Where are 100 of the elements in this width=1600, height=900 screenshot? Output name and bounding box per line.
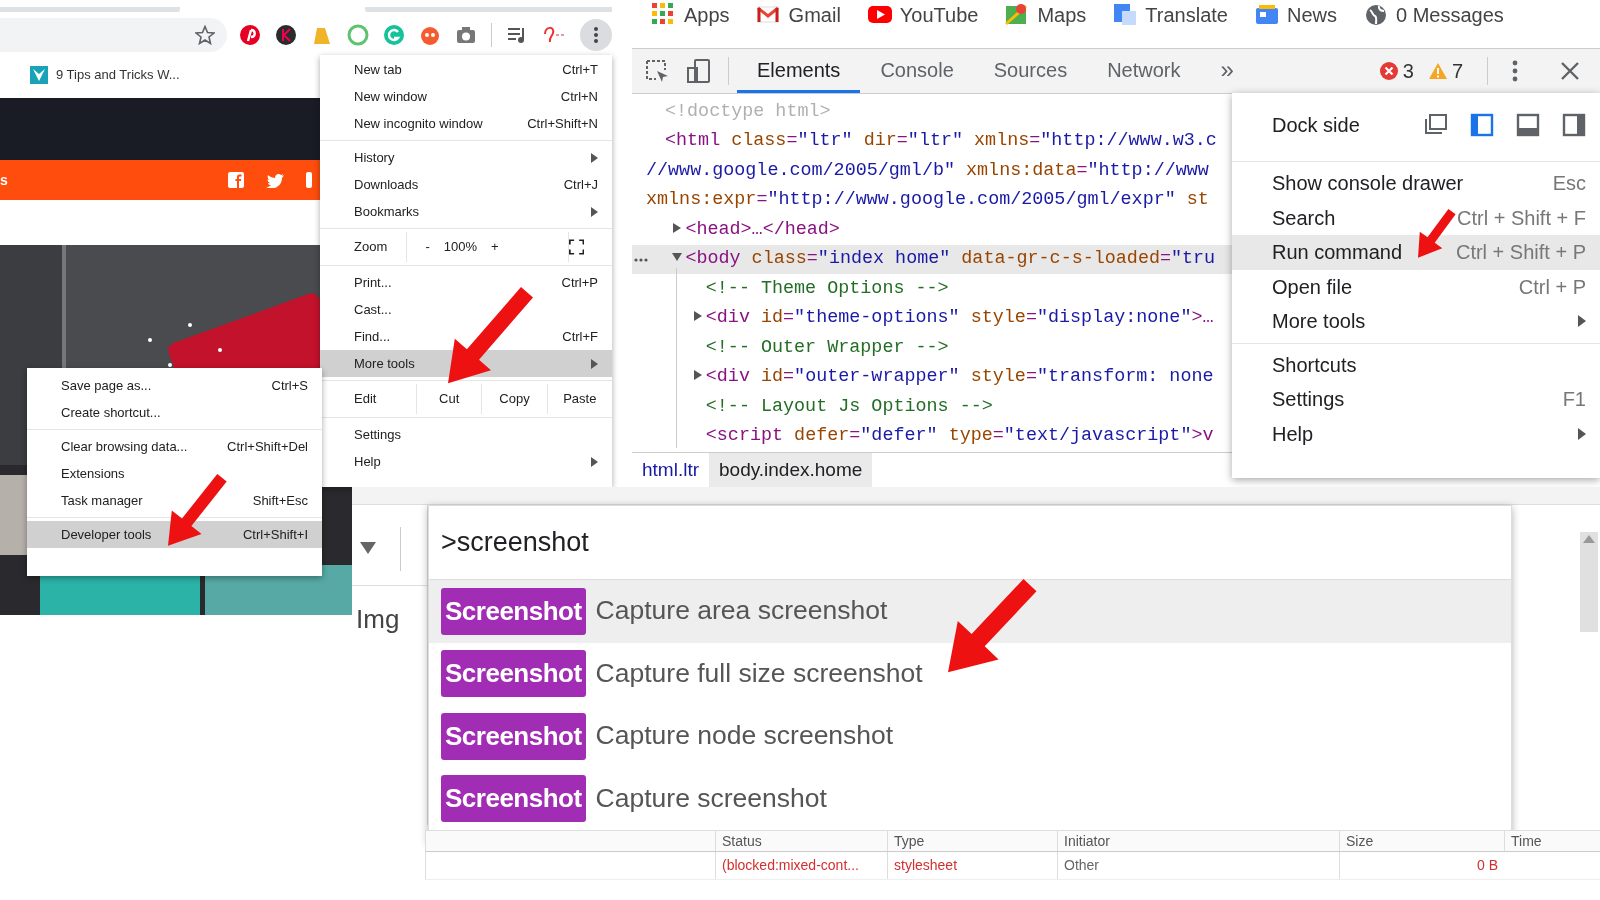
expand-icon[interactable] xyxy=(692,311,703,322)
edit-action-button[interactable]: Copy xyxy=(481,384,547,414)
result-label: Capture node screenshot xyxy=(595,719,894,753)
menu-item[interactable]: Open file Ctrl + P xyxy=(1232,269,1600,304)
menu-item[interactable]: Search Ctrl + Shift + F xyxy=(1232,200,1600,235)
bookmark-link[interactable]: Gmail xyxy=(756,0,841,30)
tab[interactable]: Network xyxy=(1087,49,1201,93)
menu-item[interactable]: Settings F1 xyxy=(1232,382,1600,417)
menu-item[interactable]: Task manager Shift+Esc xyxy=(27,487,322,514)
code-line[interactable]: xmlns:expr="http://www.google.com/2005/gml/expr" st xyxy=(632,186,1209,215)
command-input[interactable]: >screenshot xyxy=(429,506,1511,580)
collapse-icon[interactable] xyxy=(672,252,683,263)
menu-item[interactable]: New incognito window Ctrl+Shift+N xyxy=(320,110,612,137)
inspect-icon[interactable] xyxy=(644,58,670,84)
command-result[interactable]: Screenshot Capture screenshot xyxy=(429,767,1511,830)
column-header[interactable]: Initiator xyxy=(1057,831,1339,851)
code-line[interactable]: <head>…</head> xyxy=(632,215,840,244)
menu-item[interactable]: Shortcuts xyxy=(1232,347,1600,382)
error-icon xyxy=(1379,62,1398,80)
shortcut-text: Esc xyxy=(1552,171,1586,197)
code-line[interactable]: <!-- Theme Options --> xyxy=(632,274,949,303)
bookmark-link[interactable]: YouTube xyxy=(867,0,979,30)
menu-item[interactable]: More tools xyxy=(1232,304,1600,339)
code-line[interactable]: <!-- Layout Js Options --> xyxy=(632,392,993,421)
command-result[interactable]: Screenshot Capture full size screenshot xyxy=(429,642,1511,705)
scrollbar[interactable] xyxy=(1580,532,1598,632)
code-line[interactable]: <div id="theme-options" style="display:none">… xyxy=(632,304,1214,333)
menu-item[interactable]: Bookmarks xyxy=(320,198,612,225)
close-icon[interactable] xyxy=(1560,61,1580,81)
edit-action-button[interactable]: Cut xyxy=(416,384,482,414)
pointer-arrow xyxy=(1418,209,1456,259)
extension-icon[interactable] xyxy=(275,24,297,46)
menu-item[interactable]: Run command Ctrl + Shift + P xyxy=(1232,235,1600,270)
tab[interactable]: Console xyxy=(860,49,974,93)
social-icon[interactable] xyxy=(228,172,244,188)
code-line[interactable]: <!-- Outer Wrapper --> xyxy=(632,333,949,362)
zoom-in-button[interactable]: + xyxy=(481,237,509,257)
result-label: Capture area screenshot xyxy=(595,594,888,628)
menu-button[interactable] xyxy=(580,19,612,51)
menu-item[interactable]: Developer tools Ctrl+Shift+I xyxy=(27,521,322,548)
tab[interactable]: Elements xyxy=(737,49,861,93)
tab[interactable]: Sources xyxy=(973,49,1088,93)
shortcut-text: Ctrl+N xyxy=(560,87,598,106)
filter-label[interactable]: Img xyxy=(356,600,400,639)
submenu-arrow-icon xyxy=(1578,427,1586,440)
column-header[interactable]: Type xyxy=(887,831,1057,851)
command-result[interactable]: Screenshot Capture node screenshot xyxy=(429,705,1511,768)
menu-item[interactable]: Downloads Ctrl+J xyxy=(320,171,612,198)
menu-item[interactable]: Settings xyxy=(320,421,612,448)
bookmark-link[interactable]: Translate xyxy=(1113,0,1228,30)
error-count[interactable]: 3 xyxy=(1379,56,1414,86)
menu-item[interactable]: Help xyxy=(320,448,612,475)
bookmark-link[interactable]: News xyxy=(1254,0,1337,30)
device-icon[interactable] xyxy=(686,58,712,84)
dock-undock-icon[interactable] xyxy=(1424,113,1448,137)
result-label: Capture screenshot xyxy=(595,781,827,815)
bird-icon[interactable] xyxy=(266,172,284,188)
warning-count[interactable]: 7 xyxy=(1427,56,1463,86)
code-line[interactable]: <script defer="defer" type="text/javascript">v xyxy=(632,422,1214,451)
menu-item[interactable]: Create shortcut... xyxy=(27,399,322,426)
bookmark-link[interactable]: Apps xyxy=(652,0,730,30)
menu-item[interactable]: Extensions xyxy=(27,460,322,487)
menu-item[interactable]: Find... Ctrl+F xyxy=(320,323,612,350)
breadcrumb[interactable]: html.ltr xyxy=(632,453,709,487)
breadcrumb[interactable]: body.index.home xyxy=(709,453,873,487)
menu-item[interactable]: Print... Ctrl+P xyxy=(320,269,612,296)
menu-item[interactable]: History xyxy=(320,144,612,171)
menu-item[interactable]: New window Ctrl+N xyxy=(320,83,612,110)
code-line[interactable]: //www.google.com/2005/gml/b" xmlns:data="http://www xyxy=(632,156,1209,185)
menu-item[interactable]: Clear browsing data... Ctrl+Shift+Del xyxy=(27,433,322,460)
expand-icon[interactable] xyxy=(672,222,683,233)
fullscreen-icon[interactable] xyxy=(568,238,584,256)
dock-left-icon[interactable] xyxy=(1470,113,1494,137)
more-tabs-button[interactable]: » xyxy=(1200,49,1254,93)
column-header[interactable]: Size xyxy=(1339,831,1504,851)
kebab-icon[interactable] xyxy=(1512,60,1518,82)
ellipsis-icon[interactable] xyxy=(634,257,648,262)
edit-action-button[interactable]: Paste xyxy=(546,384,612,414)
menu-item[interactable]: Cast... xyxy=(320,296,612,323)
column-header[interactable]: Status xyxy=(715,831,887,851)
column-header[interactable]: Time xyxy=(1504,831,1600,851)
bookmark-link[interactable]: 9 Tips and Tricks W... xyxy=(30,65,180,85)
bookmark-link[interactable]: Maps xyxy=(1005,0,1087,30)
zoom-out-button[interactable]: - xyxy=(415,237,440,257)
expand-icon[interactable] xyxy=(692,370,703,381)
menu-item[interactable]: Help xyxy=(1232,416,1600,451)
dock-right-icon[interactable] xyxy=(1562,113,1586,137)
filter-icon[interactable] xyxy=(360,542,376,554)
command-result[interactable]: Screenshot Capture area screenshot xyxy=(429,580,1511,643)
dock-bottom-icon[interactable] xyxy=(1516,113,1540,137)
code-line[interactable]: <div id="outer-wrapper" style="transform: none xyxy=(632,363,1214,392)
table-cell: Other xyxy=(1057,852,1339,879)
menu-item[interactable]: New tab Ctrl+T xyxy=(320,56,612,83)
code-line[interactable]: <html class="ltr" dir="ltr" xmlns="http://www.w3.c xyxy=(632,127,1217,156)
table-cell: (blocked:mixed-cont... xyxy=(715,852,887,879)
menu-item[interactable]: Show console drawer Esc xyxy=(1232,166,1600,201)
menu-item[interactable]: Save page as... Ctrl+S xyxy=(27,372,322,399)
bookmark-link[interactable]: 0 Messages xyxy=(1364,0,1504,30)
submenu-arrow-icon xyxy=(591,152,598,163)
star-icon[interactable] xyxy=(195,25,215,45)
